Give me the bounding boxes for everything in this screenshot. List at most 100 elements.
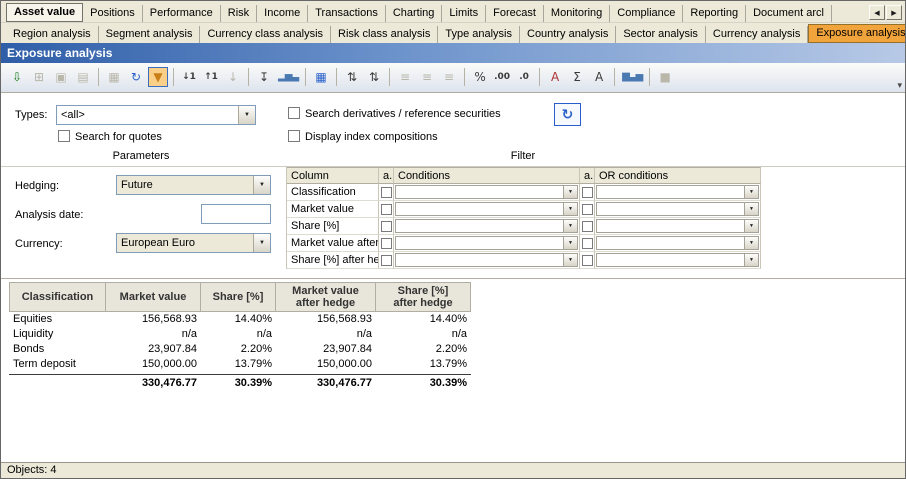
tab-scroll-left-icon[interactable]: ◀	[869, 5, 885, 20]
tab-segment-analysis[interactable]: Segment analysis	[99, 26, 201, 43]
font-color-icon[interactable]: A	[545, 67, 565, 87]
tab-document-archive[interactable]: Document arcl	[746, 5, 832, 22]
currency-combo[interactable]: European Euro ▼	[116, 233, 271, 253]
toolbar-separator	[336, 68, 337, 86]
tab-income[interactable]: Income	[257, 5, 308, 22]
filter-active-checkbox[interactable]	[381, 221, 392, 232]
share-after-hedge-cell: 14.40%	[376, 312, 471, 327]
filter-active-cell	[379, 235, 394, 252]
hedging-combo[interactable]: Future ▼	[116, 175, 271, 195]
chevron-down-icon[interactable]: ▼	[253, 234, 270, 252]
chevron-down-icon[interactable]: ▼	[238, 106, 255, 124]
table-icon[interactable]: ▦	[311, 67, 331, 87]
analysis-date-input[interactable]	[201, 204, 271, 224]
filter-or-active-checkbox[interactable]	[582, 238, 593, 249]
drill-down-one-icon[interactable]: ↓1	[179, 67, 199, 87]
align-center-icon[interactable]: ≡	[417, 67, 437, 87]
filter-conditions-combo[interactable]: ▼	[395, 253, 578, 267]
search-quotes-checkbox[interactable]	[58, 130, 70, 142]
tab-transactions[interactable]: Transactions	[308, 5, 386, 22]
tab-asset-value[interactable]: Asset value	[6, 3, 83, 22]
tab-monitoring[interactable]: Monitoring	[544, 5, 610, 22]
chevron-down-icon[interactable]: ▼	[744, 203, 758, 215]
filter-conditions-combo[interactable]: ▼	[395, 219, 578, 233]
filter-or-active-checkbox[interactable]	[582, 221, 593, 232]
refresh-button[interactable]: ↻	[554, 103, 581, 126]
drill-all-icon[interactable]: ↓	[223, 67, 243, 87]
filter-grid: Column a.. Conditions a.. OR conditions …	[286, 167, 760, 269]
tab-compliance[interactable]: Compliance	[610, 5, 683, 22]
search-derivatives-checkbox[interactable]	[288, 107, 300, 119]
chevron-down-icon[interactable]: ▼	[563, 237, 577, 249]
display-index-checkbox[interactable]	[288, 130, 300, 142]
tab-exposure-analysis[interactable]: Exposure analysis	[808, 24, 906, 43]
types-combo[interactable]: <all> ▼	[56, 105, 256, 125]
filter-active-checkbox[interactable]	[381, 204, 392, 215]
refresh-icon: ↻	[562, 107, 574, 123]
tab-region-analysis[interactable]: Region analysis	[6, 26, 99, 43]
percent-icon[interactable]: %	[470, 67, 490, 87]
increase-decimal-icon[interactable]: .00	[492, 67, 512, 87]
filter-or-active-checkbox[interactable]	[582, 204, 593, 215]
panels-icon[interactable]: ▤	[73, 67, 93, 87]
tab-type-analysis[interactable]: Type analysis	[438, 26, 520, 43]
refresh-icon[interactable]: ↻	[126, 67, 146, 87]
tab-forecast[interactable]: Forecast	[486, 5, 544, 22]
filter-active-checkbox[interactable]	[381, 255, 392, 266]
filter-or-conditions-combo[interactable]: ▼	[596, 202, 759, 216]
toolbar-separator	[464, 68, 465, 86]
tab-risk-class-analysis[interactable]: Risk class analysis	[331, 26, 438, 43]
chart-icon[interactable]: ▆▃▅	[620, 67, 644, 87]
chevron-down-icon[interactable]: ▼	[744, 254, 758, 266]
sum-icon[interactable]: Σ	[567, 67, 587, 87]
chevron-down-icon[interactable]: ▼	[744, 220, 758, 232]
toolbar-overflow-icon[interactable]: ▾	[897, 81, 902, 91]
histogram-icon[interactable]: ▂▅▃	[276, 67, 300, 87]
tab-sector-analysis[interactable]: Sector analysis	[616, 26, 706, 43]
filter-or-conditions-combo[interactable]: ▼	[596, 185, 759, 199]
copy-icon[interactable]: ⊞	[29, 67, 49, 87]
filter-or-active-checkbox[interactable]	[582, 255, 593, 266]
sort-ascending-icon[interactable]: ⇅	[342, 67, 362, 87]
filter-conditions-combo[interactable]: ▼	[395, 202, 578, 216]
decrease-decimal-icon[interactable]: .0	[514, 67, 534, 87]
import-icon[interactable]: ⇩	[7, 67, 27, 87]
tab-performance[interactable]: Performance	[143, 5, 221, 22]
chevron-down-icon[interactable]: ▼	[253, 176, 270, 194]
filter-icon[interactable]: ▼	[148, 67, 168, 87]
tab-limits[interactable]: Limits	[442, 5, 486, 22]
filter-conditions-combo[interactable]: ▼	[395, 236, 578, 250]
align-right-icon[interactable]: ≡	[439, 67, 459, 87]
filter-or-conditions-combo[interactable]: ▼	[596, 219, 759, 233]
tab-risk[interactable]: Risk	[221, 5, 257, 22]
filter-or-conditions-combo[interactable]: ▼	[596, 236, 759, 250]
sort-descending-icon[interactable]: ⇅	[364, 67, 384, 87]
tab-scroll-right-icon[interactable]: ▶	[886, 5, 902, 20]
chevron-down-icon[interactable]: ▼	[563, 186, 577, 198]
drill-up-one-icon[interactable]: ↑1	[201, 67, 221, 87]
filter-conditions-combo[interactable]: ▼	[395, 185, 578, 199]
tile-icon[interactable]: ▦	[104, 67, 124, 87]
filter-active-checkbox[interactable]	[381, 238, 392, 249]
tab-reporting[interactable]: Reporting	[683, 5, 746, 22]
filter-or-conditions-combo[interactable]: ▼	[596, 253, 759, 267]
chevron-down-icon[interactable]: ▼	[744, 186, 758, 198]
align-left-icon[interactable]: ≡	[395, 67, 415, 87]
tab-country-analysis[interactable]: Country analysis	[520, 26, 616, 43]
tab-currency-class-analysis[interactable]: Currency class analysis	[200, 26, 331, 43]
layout-icon[interactable]: ▣	[51, 67, 71, 87]
filter-or-active-checkbox[interactable]	[582, 187, 593, 198]
tab-currency-analysis[interactable]: Currency analysis	[706, 26, 808, 43]
tab-positions[interactable]: Positions	[83, 5, 143, 22]
currency-label: Currency:	[15, 238, 63, 250]
chevron-down-icon[interactable]: ▼	[563, 220, 577, 232]
filter-active-checkbox[interactable]	[381, 187, 392, 198]
chevron-down-icon[interactable]: ▼	[744, 237, 758, 249]
chevron-down-icon[interactable]: ▼	[563, 203, 577, 215]
subtotal-icon[interactable]: ↧	[254, 67, 274, 87]
chevron-down-icon[interactable]: ▼	[563, 254, 577, 266]
stop-icon[interactable]: ■	[655, 67, 675, 87]
font-icon[interactable]: A	[589, 67, 609, 87]
filter-active-cell	[379, 184, 394, 201]
tab-charting[interactable]: Charting	[386, 5, 443, 22]
